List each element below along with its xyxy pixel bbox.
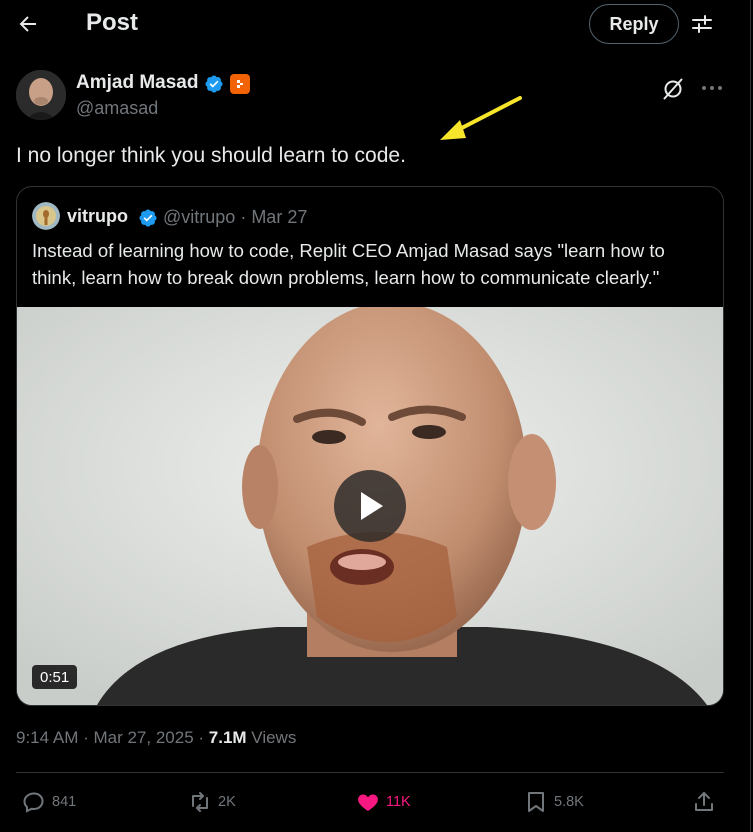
views-label: Views	[246, 728, 297, 747]
bookmark-action[interactable]: 5.8K	[524, 788, 584, 816]
more-icon	[702, 86, 722, 90]
grok-button[interactable]	[660, 76, 686, 102]
like-action[interactable]: 11K	[356, 788, 411, 816]
video-player[interactable]: 0:51	[17, 307, 723, 705]
video-duration: 0:51	[32, 665, 78, 689]
bookmark-icon	[528, 792, 544, 812]
quoted-post-card[interactable]: vitrupo @vitrupo · Mar 27 Instead of lea…	[16, 186, 724, 706]
divider	[16, 772, 724, 773]
reply-button[interactable]: Reply	[589, 4, 679, 44]
share-icon	[695, 792, 713, 811]
quote-text: Instead of learning how to code, Replit …	[32, 240, 665, 288]
grok-icon	[663, 78, 683, 100]
annotation-arrow-icon	[440, 96, 522, 140]
heart-icon	[358, 794, 378, 811]
reply-icon	[23, 792, 44, 813]
back-button[interactable]	[10, 8, 46, 40]
like-count: 11K	[386, 794, 411, 810]
quote-meta: @vitrupo · Mar 27	[163, 207, 307, 228]
author-avatar[interactable]	[16, 70, 66, 120]
share-action[interactable]	[692, 788, 716, 816]
quote-date[interactable]: Mar 27	[251, 207, 307, 227]
author-name[interactable]: Amjad Masad	[76, 72, 198, 94]
quote-date-separator: ·	[235, 207, 252, 227]
post-meta: 9:14 AM · Mar 27, 2025 · 7.1M Views	[16, 728, 296, 748]
post-timestamp[interactable]: 9:14 AM · Mar 27, 2025 ·	[16, 728, 209, 747]
quote-author-avatar[interactable]	[32, 202, 60, 230]
back-arrow-icon	[19, 16, 36, 32]
filter-button[interactable]	[686, 8, 718, 40]
column-border	[750, 0, 751, 832]
author-handle[interactable]: @amasad	[76, 98, 158, 119]
replit-affiliation-icon[interactable]	[230, 74, 250, 94]
views-count: 7.1M	[208, 728, 247, 747]
post-text: I no longer think you should learn to co…	[16, 144, 406, 167]
reply-action[interactable]: 841	[22, 788, 76, 816]
repost-count: 2K	[218, 794, 236, 810]
quote-author-handle[interactable]: @vitrupo	[163, 207, 235, 227]
verified-badge-icon	[205, 75, 223, 93]
quote-author-name[interactable]: vitrupo	[67, 206, 128, 227]
filter-icon	[692, 15, 712, 33]
reply-count: 841	[52, 794, 77, 810]
play-icon	[361, 492, 383, 520]
bookmark-count: 5.8K	[554, 794, 584, 810]
repost-icon	[192, 792, 208, 812]
repost-action[interactable]: 2K	[188, 788, 236, 816]
page-title: Post	[86, 9, 139, 36]
quote-verified-badge-icon	[139, 209, 157, 227]
play-button[interactable]	[334, 470, 406, 542]
more-options-button[interactable]	[698, 76, 726, 100]
